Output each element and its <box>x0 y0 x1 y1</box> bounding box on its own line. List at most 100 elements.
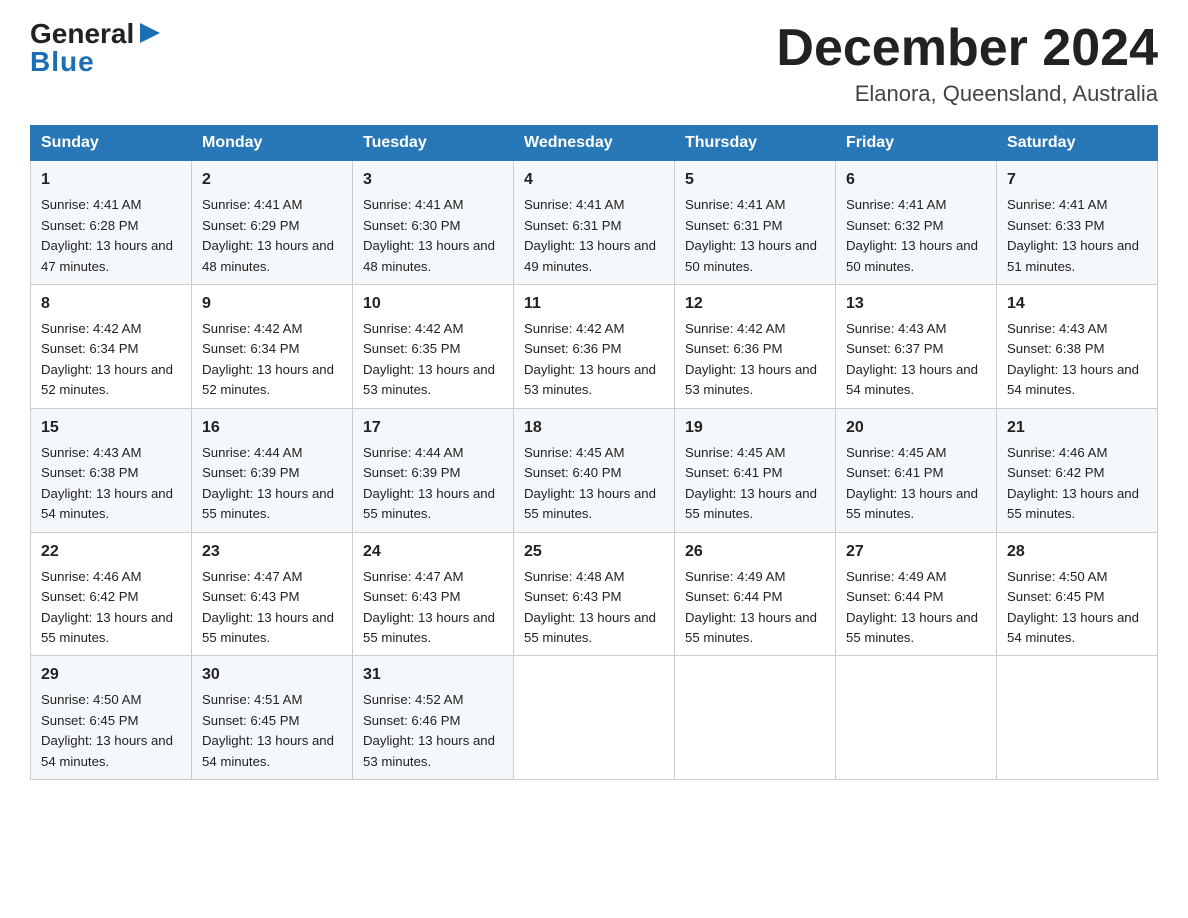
month-title: December 2024 <box>776 20 1158 77</box>
day-number: 31 <box>363 663 503 687</box>
day-info: Sunrise: 4:41 AMSunset: 6:28 PMDaylight:… <box>41 197 173 273</box>
day-number: 5 <box>685 168 825 192</box>
day-number: 8 <box>41 292 181 316</box>
calendar-cell: 29 Sunrise: 4:50 AMSunset: 6:45 PMDaylig… <box>31 656 192 780</box>
day-number: 23 <box>202 540 342 564</box>
logo-general: General <box>30 20 134 48</box>
calendar-cell: 13 Sunrise: 4:43 AMSunset: 6:37 PMDaylig… <box>836 285 997 409</box>
day-number: 28 <box>1007 540 1147 564</box>
day-info: Sunrise: 4:49 AMSunset: 6:44 PMDaylight:… <box>685 569 817 645</box>
day-number: 24 <box>363 540 503 564</box>
day-info: Sunrise: 4:46 AMSunset: 6:42 PMDaylight:… <box>41 569 173 645</box>
day-info: Sunrise: 4:42 AMSunset: 6:34 PMDaylight:… <box>202 321 334 397</box>
day-number: 9 <box>202 292 342 316</box>
week-row-1: 1 Sunrise: 4:41 AMSunset: 6:28 PMDayligh… <box>31 161 1158 285</box>
col-header-saturday: Saturday <box>997 126 1158 161</box>
logo: General Blue <box>30 20 164 78</box>
day-number: 19 <box>685 416 825 440</box>
day-number: 12 <box>685 292 825 316</box>
calendar-cell <box>675 656 836 780</box>
day-number: 13 <box>846 292 986 316</box>
calendar-cell: 10 Sunrise: 4:42 AMSunset: 6:35 PMDaylig… <box>353 285 514 409</box>
location: Elanora, Queensland, Australia <box>776 81 1158 107</box>
calendar-cell: 9 Sunrise: 4:42 AMSunset: 6:34 PMDayligh… <box>192 285 353 409</box>
day-info: Sunrise: 4:41 AMSunset: 6:30 PMDaylight:… <box>363 197 495 273</box>
day-number: 21 <box>1007 416 1147 440</box>
day-info: Sunrise: 4:45 AMSunset: 6:41 PMDaylight:… <box>685 445 817 521</box>
calendar-cell: 15 Sunrise: 4:43 AMSunset: 6:38 PMDaylig… <box>31 408 192 532</box>
day-info: Sunrise: 4:42 AMSunset: 6:36 PMDaylight:… <box>685 321 817 397</box>
day-info: Sunrise: 4:50 AMSunset: 6:45 PMDaylight:… <box>41 692 173 768</box>
calendar-cell: 23 Sunrise: 4:47 AMSunset: 6:43 PMDaylig… <box>192 532 353 656</box>
col-header-monday: Monday <box>192 126 353 161</box>
calendar-cell: 12 Sunrise: 4:42 AMSunset: 6:36 PMDaylig… <box>675 285 836 409</box>
day-info: Sunrise: 4:47 AMSunset: 6:43 PMDaylight:… <box>202 569 334 645</box>
calendar-cell: 16 Sunrise: 4:44 AMSunset: 6:39 PMDaylig… <box>192 408 353 532</box>
day-info: Sunrise: 4:43 AMSunset: 6:37 PMDaylight:… <box>846 321 978 397</box>
day-info: Sunrise: 4:41 AMSunset: 6:32 PMDaylight:… <box>846 197 978 273</box>
day-number: 30 <box>202 663 342 687</box>
col-header-sunday: Sunday <box>31 126 192 161</box>
logo-arrow-icon <box>136 19 164 47</box>
calendar-cell <box>836 656 997 780</box>
calendar-cell: 4 Sunrise: 4:41 AMSunset: 6:31 PMDayligh… <box>514 161 675 285</box>
day-info: Sunrise: 4:48 AMSunset: 6:43 PMDaylight:… <box>524 569 656 645</box>
calendar-cell: 31 Sunrise: 4:52 AMSunset: 6:46 PMDaylig… <box>353 656 514 780</box>
day-info: Sunrise: 4:52 AMSunset: 6:46 PMDaylight:… <box>363 692 495 768</box>
col-header-friday: Friday <box>836 126 997 161</box>
col-header-wednesday: Wednesday <box>514 126 675 161</box>
col-header-tuesday: Tuesday <box>353 126 514 161</box>
day-number: 20 <box>846 416 986 440</box>
calendar-cell: 8 Sunrise: 4:42 AMSunset: 6:34 PMDayligh… <box>31 285 192 409</box>
day-number: 22 <box>41 540 181 564</box>
day-info: Sunrise: 4:44 AMSunset: 6:39 PMDaylight:… <box>363 445 495 521</box>
day-info: Sunrise: 4:43 AMSunset: 6:38 PMDaylight:… <box>1007 321 1139 397</box>
col-header-thursday: Thursday <box>675 126 836 161</box>
logo-blue: Blue <box>30 46 95 78</box>
day-number: 27 <box>846 540 986 564</box>
day-number: 15 <box>41 416 181 440</box>
day-number: 25 <box>524 540 664 564</box>
calendar-cell <box>997 656 1158 780</box>
week-row-2: 8 Sunrise: 4:42 AMSunset: 6:34 PMDayligh… <box>31 285 1158 409</box>
day-number: 18 <box>524 416 664 440</box>
day-number: 17 <box>363 416 503 440</box>
calendar-header-row: SundayMondayTuesdayWednesdayThursdayFrid… <box>31 126 1158 161</box>
calendar-cell: 30 Sunrise: 4:51 AMSunset: 6:45 PMDaylig… <box>192 656 353 780</box>
calendar-cell: 7 Sunrise: 4:41 AMSunset: 6:33 PMDayligh… <box>997 161 1158 285</box>
calendar-cell: 26 Sunrise: 4:49 AMSunset: 6:44 PMDaylig… <box>675 532 836 656</box>
calendar-cell: 27 Sunrise: 4:49 AMSunset: 6:44 PMDaylig… <box>836 532 997 656</box>
calendar-cell: 20 Sunrise: 4:45 AMSunset: 6:41 PMDaylig… <box>836 408 997 532</box>
calendar-cell: 24 Sunrise: 4:47 AMSunset: 6:43 PMDaylig… <box>353 532 514 656</box>
calendar-table: SundayMondayTuesdayWednesdayThursdayFrid… <box>30 125 1158 780</box>
day-info: Sunrise: 4:41 AMSunset: 6:31 PMDaylight:… <box>524 197 656 273</box>
title-block: December 2024 Elanora, Queensland, Austr… <box>776 20 1158 107</box>
day-number: 26 <box>685 540 825 564</box>
day-number: 6 <box>846 168 986 192</box>
day-number: 7 <box>1007 168 1147 192</box>
calendar-cell: 17 Sunrise: 4:44 AMSunset: 6:39 PMDaylig… <box>353 408 514 532</box>
week-row-4: 22 Sunrise: 4:46 AMSunset: 6:42 PMDaylig… <box>31 532 1158 656</box>
calendar-cell: 1 Sunrise: 4:41 AMSunset: 6:28 PMDayligh… <box>31 161 192 285</box>
day-info: Sunrise: 4:45 AMSunset: 6:41 PMDaylight:… <box>846 445 978 521</box>
day-info: Sunrise: 4:42 AMSunset: 6:34 PMDaylight:… <box>41 321 173 397</box>
day-number: 4 <box>524 168 664 192</box>
day-info: Sunrise: 4:47 AMSunset: 6:43 PMDaylight:… <box>363 569 495 645</box>
calendar-cell: 3 Sunrise: 4:41 AMSunset: 6:30 PMDayligh… <box>353 161 514 285</box>
calendar-cell: 21 Sunrise: 4:46 AMSunset: 6:42 PMDaylig… <box>997 408 1158 532</box>
day-info: Sunrise: 4:46 AMSunset: 6:42 PMDaylight:… <box>1007 445 1139 521</box>
calendar-cell: 22 Sunrise: 4:46 AMSunset: 6:42 PMDaylig… <box>31 532 192 656</box>
calendar-cell: 25 Sunrise: 4:48 AMSunset: 6:43 PMDaylig… <box>514 532 675 656</box>
day-info: Sunrise: 4:44 AMSunset: 6:39 PMDaylight:… <box>202 445 334 521</box>
day-number: 2 <box>202 168 342 192</box>
calendar-cell <box>514 656 675 780</box>
day-info: Sunrise: 4:41 AMSunset: 6:33 PMDaylight:… <box>1007 197 1139 273</box>
day-info: Sunrise: 4:43 AMSunset: 6:38 PMDaylight:… <box>41 445 173 521</box>
day-info: Sunrise: 4:51 AMSunset: 6:45 PMDaylight:… <box>202 692 334 768</box>
day-info: Sunrise: 4:41 AMSunset: 6:31 PMDaylight:… <box>685 197 817 273</box>
day-info: Sunrise: 4:50 AMSunset: 6:45 PMDaylight:… <box>1007 569 1139 645</box>
day-info: Sunrise: 4:45 AMSunset: 6:40 PMDaylight:… <box>524 445 656 521</box>
calendar-cell: 18 Sunrise: 4:45 AMSunset: 6:40 PMDaylig… <box>514 408 675 532</box>
calendar-cell: 14 Sunrise: 4:43 AMSunset: 6:38 PMDaylig… <box>997 285 1158 409</box>
calendar-cell: 2 Sunrise: 4:41 AMSunset: 6:29 PMDayligh… <box>192 161 353 285</box>
